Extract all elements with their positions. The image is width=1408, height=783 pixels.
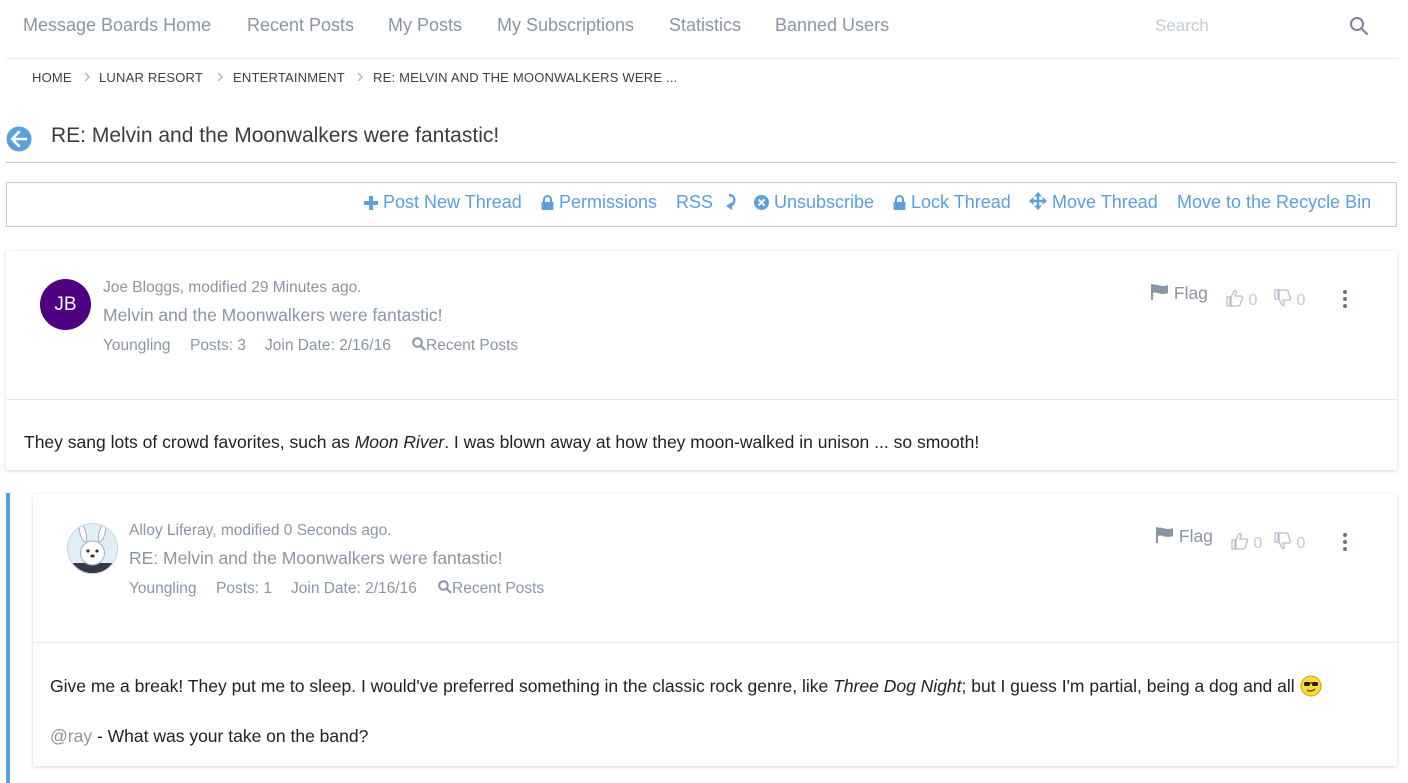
nav-recent-posts[interactable]: Recent Posts <box>247 15 354 36</box>
breadcrumb-current-thread: RE: MELVIN AND THE MOONWALKERS WERE ... <box>373 70 678 85</box>
reply-indent-bar <box>6 493 10 783</box>
chevron-right-icon <box>357 72 363 82</box>
post-subject[interactable]: RE: Melvin and the Moonwalkers were fant… <box>129 548 503 569</box>
post-new-thread-label: Post New Thread <box>383 192 522 212</box>
rss-button[interactable]: RSS <box>676 190 738 214</box>
recent-posts-link[interactable]: Recent Posts <box>412 337 518 355</box>
search-icon[interactable] <box>1349 16 1369 36</box>
thumbs-down-icon <box>1274 289 1292 307</box>
nav-banned-users[interactable]: Banned Users <box>775 15 889 36</box>
lock-thread-label: Lock Thread <box>911 192 1011 212</box>
recent-posts-label: Recent Posts <box>426 337 519 354</box>
search-box <box>1153 10 1383 42</box>
post-divider <box>33 642 1397 643</box>
search-input[interactable] <box>1153 10 1343 42</box>
lock-icon <box>541 195 554 210</box>
unsubscribe-button[interactable]: Unsubscribe <box>754 190 874 214</box>
permissions-button[interactable]: Permissions <box>541 190 657 214</box>
post-body: Give me a break! They put me to sleep. I… <box>50 675 1322 697</box>
nav-statistics[interactable]: Statistics <box>669 15 741 36</box>
more-options-icon[interactable] <box>1341 289 1349 309</box>
thumbs-down-icon <box>1274 532 1292 550</box>
search-icon <box>412 337 426 351</box>
nav-message-boards-home[interactable]: Message Boards Home <box>23 15 211 36</box>
avatar: JB <box>40 279 91 330</box>
lock-thread-button[interactable]: Lock Thread <box>893 190 1011 214</box>
post-body-line-2: @ray - What was your take on the band? <box>50 726 369 746</box>
flag-button[interactable]: Flag <box>1156 526 1213 547</box>
nav-my-subscriptions[interactable]: My Subscriptions <box>497 15 634 36</box>
flag-label: Flag <box>1178 526 1213 546</box>
move-arrows-icon <box>1029 192 1047 210</box>
author-stats: Youngling Posts: 1 Join Date: 2/16/16 Re… <box>129 580 609 600</box>
close-circle-icon <box>754 195 769 210</box>
plus-icon <box>364 196 378 210</box>
thumbs-up-icon <box>1226 289 1244 307</box>
breadcrumb-lunar-resort[interactable]: LUNAR RESORT <box>99 70 203 85</box>
thumbs-up-count: 0 <box>1248 292 1258 309</box>
author-post-count: Posts: 3 <box>190 337 246 354</box>
permissions-label: Permissions <box>559 192 658 212</box>
sunglasses-emoji-icon <box>1300 675 1322 697</box>
top-navigation: Message Boards Home Recent Posts My Post… <box>6 0 1398 59</box>
post-body: They sang lots of crowd favorites, such … <box>24 432 980 452</box>
thumbs-down-count: 0 <box>1296 292 1306 309</box>
move-thread-button[interactable]: Move Thread <box>1029 190 1158 214</box>
post-subject[interactable]: Melvin and the Moonwalkers were fantasti… <box>103 305 442 326</box>
move-thread-label: Move Thread <box>1052 192 1158 212</box>
author-stats: Youngling Posts: 3 Join Date: 2/16/16 Re… <box>103 337 583 357</box>
post-author-meta: Alloy Liferay, modified 0 Seconds ago. <box>129 522 392 539</box>
recent-posts-label: Recent Posts <box>452 580 545 597</box>
thumbs-down-button[interactable]: 0 <box>1274 532 1305 553</box>
flag-icon <box>1151 284 1168 300</box>
unsubscribe-label: Unsubscribe <box>774 192 875 212</box>
rss-arrow-icon <box>726 193 736 210</box>
chevron-right-icon <box>217 72 223 82</box>
thumbs-up-button[interactable]: 0 <box>1231 532 1262 553</box>
breadcrumb-home[interactable]: HOME <box>32 70 72 85</box>
dog-avatar-icon <box>67 523 118 574</box>
thumbs-up-count: 0 <box>1253 535 1263 552</box>
author-rank: Youngling <box>103 337 171 354</box>
flag-icon <box>1156 527 1173 543</box>
author-rank: Youngling <box>129 580 197 597</box>
post-card: JB Joe Bloggs, modified 29 Minutes ago. … <box>6 251 1397 470</box>
back-arrow-icon[interactable] <box>6 126 32 152</box>
reply-card: Alloy Liferay, modified 0 Seconds ago. R… <box>33 494 1397 766</box>
rss-label: RSS <box>676 192 714 212</box>
thumbs-down-button[interactable]: 0 <box>1274 289 1305 310</box>
flag-label: Flag <box>1173 283 1208 303</box>
title-divider <box>6 162 1397 163</box>
author-post-count: Posts: 1 <box>216 580 272 597</box>
post-divider <box>6 399 1397 400</box>
thread-toolbar: Post New Thread Permissions RSS Unsubscr… <box>6 182 1397 227</box>
chevron-right-icon <box>84 72 90 82</box>
thumbs-down-count: 0 <box>1296 535 1306 552</box>
page-title: RE: Melvin and the Moonwalkers were fant… <box>51 124 500 147</box>
thumbs-up-button[interactable]: 0 <box>1226 289 1257 310</box>
lock-icon <box>893 195 906 210</box>
thumbs-up-icon <box>1231 532 1249 550</box>
search-icon <box>438 580 452 594</box>
nav-my-posts[interactable]: My Posts <box>388 15 462 36</box>
recent-posts-link[interactable]: Recent Posts <box>438 580 544 598</box>
more-options-icon[interactable] <box>1341 532 1349 552</box>
author-join-date: Join Date: 2/16/16 <box>265 337 391 354</box>
flag-button[interactable]: Flag <box>1151 283 1208 304</box>
author-join-date: Join Date: 2/16/16 <box>291 580 417 597</box>
post-author-meta: Joe Bloggs, modified 29 Minutes ago. <box>103 279 362 296</box>
post-new-thread-button[interactable]: Post New Thread <box>364 190 522 214</box>
user-mention-link[interactable]: @ray <box>50 726 92 746</box>
breadcrumb-entertainment[interactable]: ENTERTAINMENT <box>233 70 345 85</box>
move-to-recycle-bin-button[interactable]: Move to the Recycle Bin <box>1177 190 1371 214</box>
